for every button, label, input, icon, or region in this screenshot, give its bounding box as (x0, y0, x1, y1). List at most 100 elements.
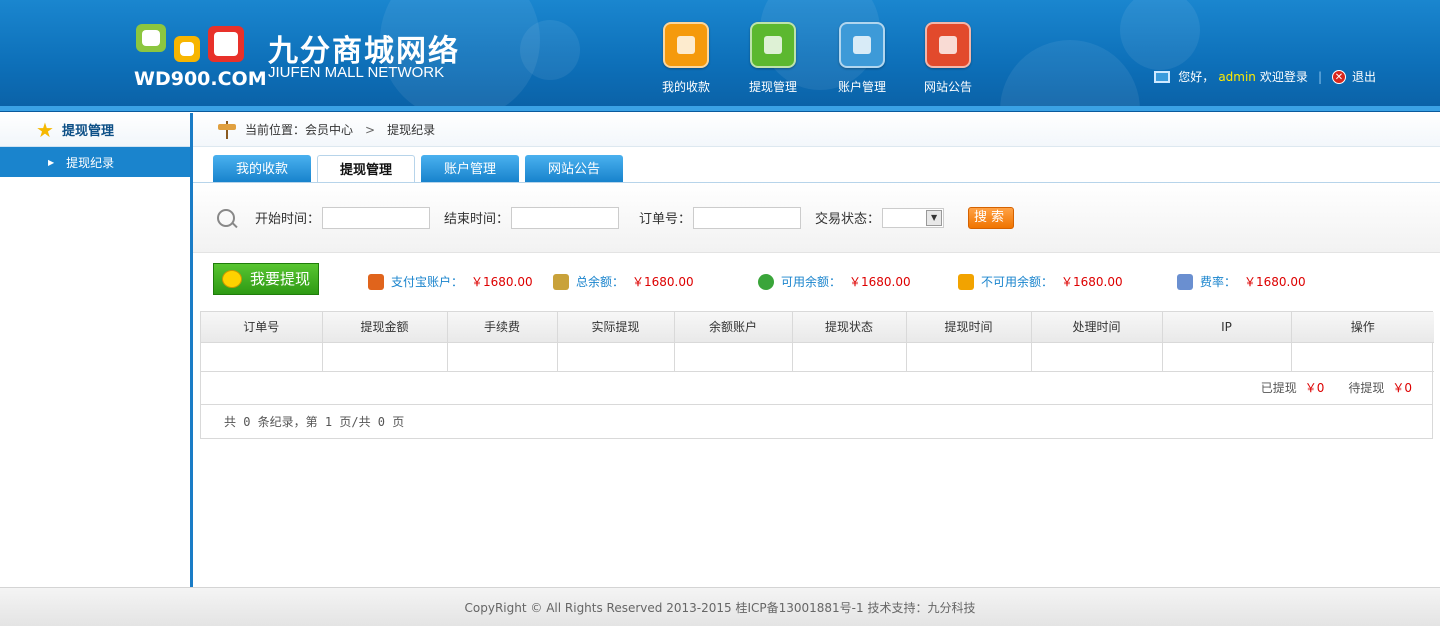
arrow-right-icon: ▶ (48, 157, 55, 167)
table-cell (447, 342, 558, 372)
close-icon[interactable]: ✕ (1331, 69, 1346, 84)
table-cell (201, 342, 323, 372)
column-header: 提现金额 (322, 312, 448, 343)
money-stack-icon (553, 273, 569, 290)
withdrawn-value: ￥0 (1304, 381, 1325, 395)
stat-label: 费率： (1200, 275, 1237, 289)
coins-icon (222, 270, 242, 288)
table-cell (906, 342, 1032, 372)
monitor-icon (1154, 70, 1171, 83)
breadcrumb-separator: > (365, 122, 376, 137)
stat-label: 支付宝账户： (391, 275, 464, 289)
search-bar: 开始时间： 结束时间： 订单号： 交易状态： ▼ 搜索 (193, 183, 1440, 253)
tab-my-receipts[interactable]: 我的收款 (213, 155, 311, 183)
end-time-input[interactable] (511, 206, 620, 229)
table-cell (1031, 342, 1163, 372)
stat-label: 可用余额： (781, 275, 842, 289)
search-icon (217, 208, 235, 227)
brand-name-en: JIUFEN MALL NETWORK (268, 64, 445, 81)
red-face-icon (208, 26, 244, 62)
stat-value: ￥1680.00 (1061, 275, 1123, 289)
withdraw-records-table: 订单号 提现金额 手续费 实际提现 余额账户 提现状态 提现时间 处理时间 IP… (200, 311, 1434, 439)
column-header: 实际提现 (557, 312, 675, 343)
column-header: 操作 (1291, 312, 1434, 343)
table-cell (674, 342, 793, 372)
logout-link[interactable]: 退出 (1352, 68, 1376, 85)
stat-total-balance: 总余额： ￥1680.00 (553, 273, 694, 290)
column-header: 提现状态 (792, 312, 907, 343)
stat-value: ￥1680.00 (632, 275, 694, 289)
main-content: 当前位置：会员中心 > 提现纪录 我的收款 提现管理 账户管理 网站公告 开始时… (193, 113, 1440, 587)
username[interactable]: admin (1218, 70, 1256, 84)
stat-fee-rate: 费率： ￥1680.00 (1177, 273, 1306, 290)
stat-label: 不可用余额： (981, 275, 1054, 289)
stat-alipay: 支付宝账户： ￥1680.00 (368, 273, 533, 290)
sidebar: ★ 提现管理 ▶ 提现纪录 (0, 113, 190, 587)
stat-unavailable-balance: 不可用余额： ￥1680.00 (958, 273, 1123, 290)
sidebar-title: 提现管理 (61, 124, 114, 139)
breadcrumb-current: 提现纪录 (387, 123, 436, 137)
search-button[interactable]: 搜索 (968, 206, 1015, 229)
pending-value: ￥0 (1392, 381, 1412, 395)
stat-value: ￥1680.00 (1244, 275, 1306, 289)
status-select[interactable]: ▼ (882, 207, 945, 228)
table-cell (322, 342, 448, 372)
column-header: 订单号 (201, 312, 323, 343)
order-number-label: 订单号： (639, 212, 692, 227)
pagination-info: 共 0 条纪录，第 1 页/共 0 页 (224, 414, 405, 429)
chart-icon (1177, 273, 1193, 290)
order-number-input[interactable] (693, 206, 802, 229)
signpost-icon (217, 120, 237, 139)
end-time-label: 结束时间： (444, 212, 510, 227)
check-circle-icon (758, 273, 774, 290)
welcome-text: 欢迎登录 (1259, 70, 1308, 84)
balance-summary: 我要提现 支付宝账户： ￥1680.00 总余额： ￥1680.00 可用余额：… (213, 263, 1440, 297)
footer: CopyRight © All Rights Reserved 2013-201… (0, 587, 1440, 626)
withdrawn-label: 已提现 (1260, 381, 1297, 395)
nav-label: 账户管理 (837, 80, 886, 94)
table-cell (1291, 342, 1434, 372)
table-cell (557, 342, 675, 372)
sidebar-item-withdraw-records[interactable]: ▶ 提现纪录 (0, 147, 190, 177)
breadcrumb-prefix[interactable]: 当前位置：会员中心 (245, 121, 353, 138)
status-label: 交易状态： (815, 212, 881, 227)
chevron-down-icon[interactable]: ▼ (926, 209, 943, 226)
stat-label: 总余额： (576, 275, 625, 289)
column-header: 提现时间 (906, 312, 1032, 343)
start-time-label: 开始时间： (255, 212, 321, 227)
nav-label: 提现管理 (748, 80, 797, 94)
briefcase-icon (839, 22, 885, 68)
notepad-icon (925, 22, 971, 68)
alipay-icon (368, 273, 384, 290)
tab-bar: 我的收款 提现管理 账户管理 网站公告 (213, 155, 629, 183)
stat-available-balance: 可用余额： ￥1680.00 (758, 273, 911, 290)
column-header: 处理时间 (1031, 312, 1163, 343)
tab-site-announcement[interactable]: 网站公告 (525, 155, 623, 183)
sidebar-header: ★ 提现管理 (0, 113, 190, 147)
tab-withdraw-management[interactable]: 提现管理 (317, 155, 415, 183)
pending-label: 待提现 (1348, 381, 1385, 395)
table-cell (1162, 342, 1292, 372)
green-face-icon (136, 24, 166, 52)
logo-text: WD900.COM (134, 68, 267, 90)
totals-row: 已提现 ￥0 待提现 ￥0 (201, 372, 1432, 405)
nav-my-receipts[interactable]: 我的收款 (656, 22, 716, 95)
sidebar-item-label: 提现纪录 (66, 155, 115, 170)
tab-account-management[interactable]: 账户管理 (421, 155, 519, 183)
warning-icon (958, 273, 974, 290)
start-time-input[interactable] (322, 206, 431, 229)
yellow-face-icon (174, 36, 200, 62)
header-divider (0, 106, 1440, 112)
nav-account-management[interactable]: 账户管理 (832, 22, 892, 95)
table-row (201, 342, 1434, 372)
column-header: IP (1162, 312, 1292, 343)
withdraw-button[interactable]: 我要提现 (213, 263, 319, 295)
wallet-icon (663, 22, 709, 68)
divider: | (1317, 69, 1322, 84)
user-bar: 您好， admin 欢迎登录 | ✕ 退出 (1154, 68, 1376, 85)
breadcrumb: 当前位置：会员中心 > 提现纪录 (193, 113, 1440, 147)
greeting-text: 您好， (1178, 70, 1215, 84)
nav-site-announcement[interactable]: 网站公告 (918, 22, 978, 95)
card-icon (750, 22, 796, 68)
nav-withdraw-management[interactable]: 提现管理 (743, 22, 803, 95)
